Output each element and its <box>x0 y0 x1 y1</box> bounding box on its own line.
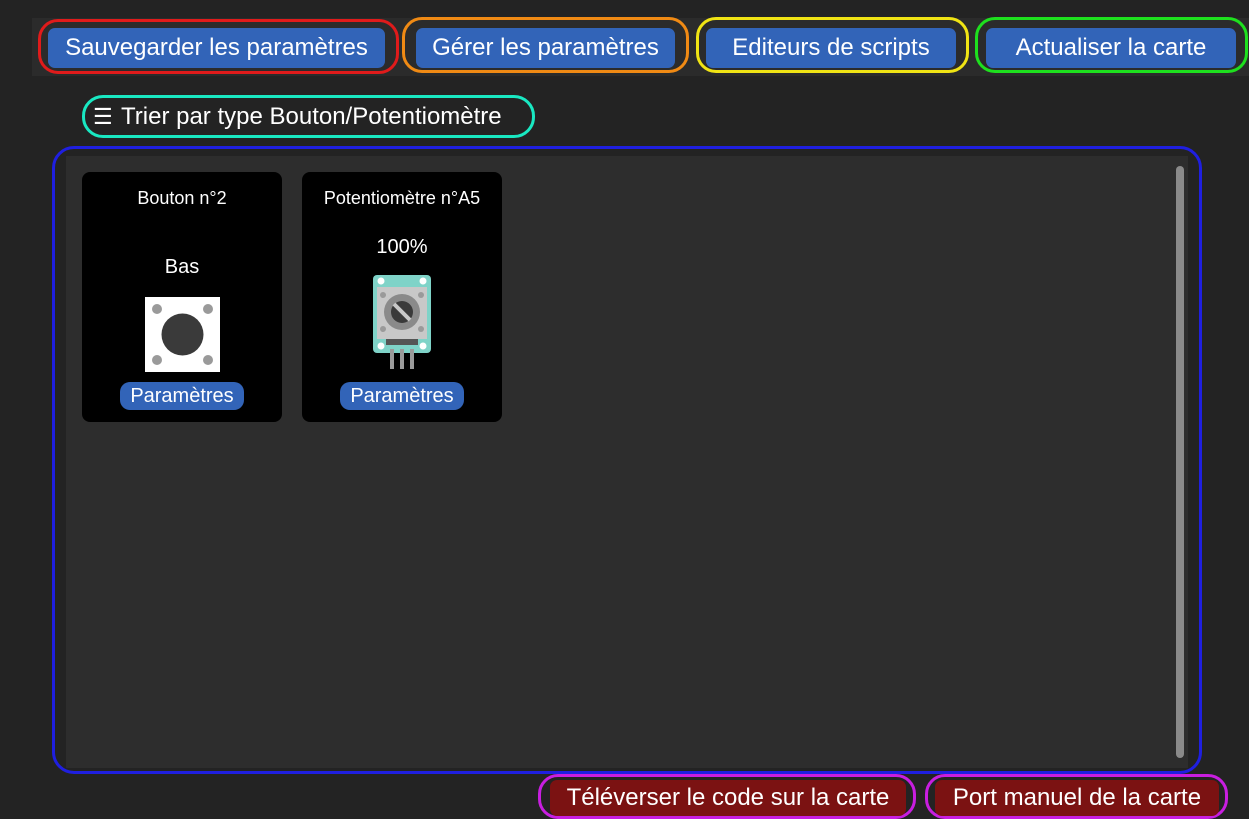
script-editors-button[interactable]: Editeurs de scripts <box>706 28 956 68</box>
card-title: Potentiomètre n°A5 <box>323 188 481 208</box>
app-window: Sauvegarder les paramètres Gérer les par… <box>0 0 1249 819</box>
card-title: Bouton n°2 <box>137 188 227 208</box>
component-card-button: Bouton n°2 Bas Paramètres <box>82 172 282 422</box>
upload-code-button[interactable]: Téléverser le code sur la carte <box>550 780 906 816</box>
save-settings-button[interactable]: Sauvegarder les paramètres <box>48 28 385 68</box>
manual-port-button[interactable]: Port manuel de la carte <box>935 780 1219 816</box>
panel-scrollbar[interactable] <box>1176 166 1184 758</box>
potentiometer-value: 100% <box>376 236 428 258</box>
potentiometer-icon <box>373 275 431 369</box>
button-state: Bas <box>164 256 200 278</box>
menu-icon: ☰ <box>93 104 113 129</box>
refresh-board-button[interactable]: Actualiser la carte <box>986 28 1236 68</box>
component-card-potentiometer: Potentiomètre n°A5 100% Paramètres <box>302 172 502 422</box>
potentiometer-settings-button[interactable]: Paramètres <box>340 382 464 410</box>
sort-by-type-toggle[interactable]: ☰ Trier par type Bouton/Potentiomètre <box>82 95 535 138</box>
sort-label: Trier par type Bouton/Potentiomètre <box>121 103 502 130</box>
button-settings-button[interactable]: Paramètres <box>120 382 244 410</box>
manage-settings-button[interactable]: Gérer les paramètres <box>416 28 675 68</box>
push-button-icon <box>145 297 220 372</box>
